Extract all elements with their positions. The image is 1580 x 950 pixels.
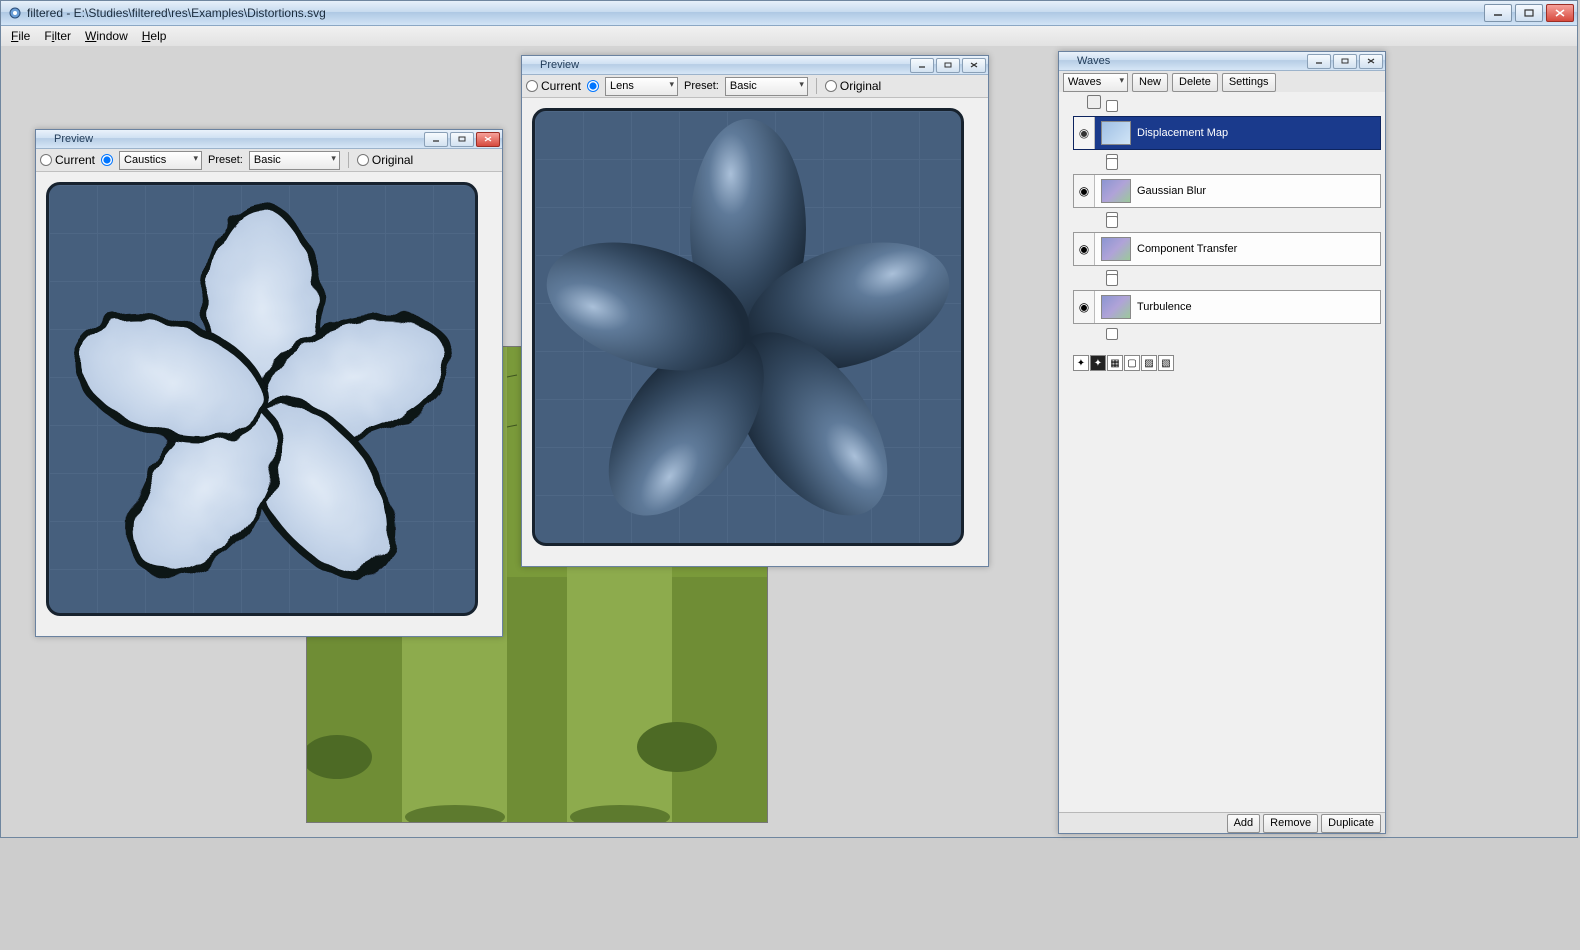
maximize-button[interactable]: [1515, 4, 1543, 22]
waves-minimize[interactable]: [1307, 54, 1331, 69]
preview-lens-close[interactable]: [962, 58, 986, 73]
node-label: Displacement Map: [1137, 127, 1228, 139]
waves-close[interactable]: [1359, 54, 1383, 69]
menu-help[interactable]: Help: [136, 27, 173, 45]
eye-icon[interactable]: ◉: [1074, 175, 1095, 207]
connector-icon[interactable]: [1106, 100, 1118, 112]
radio-mode-lens[interactable]: [587, 80, 599, 92]
source-icon[interactable]: ✦: [1090, 355, 1106, 371]
radio-current-caustics[interactable]: Current: [40, 153, 95, 167]
preview-caustics-canvas: [46, 182, 478, 616]
caustics-flower: [49, 185, 475, 613]
main-titlebar[interactable]: filtered - E:\Studies\filtered\res\Examp…: [1, 1, 1577, 26]
node-label: Component Transfer: [1137, 243, 1237, 255]
node-thumb: [1101, 237, 1131, 261]
menu-filter[interactable]: Filter: [38, 27, 77, 45]
radio-original-caustics[interactable]: Original: [357, 153, 413, 167]
preview-caustics-title: Preview: [36, 133, 424, 145]
node-component-transfer[interactable]: ◉ Component Transfer: [1073, 232, 1381, 266]
eye-icon[interactable]: ◉: [1074, 117, 1095, 149]
source-icon[interactable]: ▧: [1158, 355, 1174, 371]
close-button[interactable]: [1546, 4, 1574, 22]
preview-caustics-close[interactable]: [476, 132, 500, 147]
eye-icon[interactable]: ◉: [1074, 233, 1095, 265]
connector-icon[interactable]: [1106, 328, 1118, 340]
combo-mode-caustics[interactable]: Caustics: [119, 151, 202, 170]
combo-preset-lens[interactable]: Basic: [725, 77, 808, 96]
node-turbulence[interactable]: ◉ Turbulence: [1073, 290, 1381, 324]
node-label: Gaussian Blur: [1137, 185, 1206, 197]
waves-titlebar[interactable]: Waves: [1059, 52, 1385, 71]
radio-mode-caustics[interactable]: [101, 154, 113, 166]
lens-flower: [535, 111, 961, 543]
waves-duplicate-button[interactable]: Duplicate: [1321, 814, 1381, 833]
preview-caustics-minimize[interactable]: [424, 132, 448, 147]
source-icon[interactable]: ▢: [1124, 355, 1140, 371]
source-icon[interactable]: ✦: [1073, 355, 1089, 371]
preview-caustics-toolbar: Current Caustics Preset: Basic Original: [36, 149, 502, 172]
source-icon[interactable]: ▦: [1107, 355, 1123, 371]
main-window: filtered - E:\Studies\filtered\res\Examp…: [0, 0, 1578, 838]
preview-lens-minimize[interactable]: [910, 58, 934, 73]
output-node-icon[interactable]: [1087, 95, 1101, 109]
preview-lens-title: Preview: [522, 59, 910, 71]
window-buttons: [1484, 4, 1574, 22]
menu-window[interactable]: Window: [79, 27, 134, 45]
node-label: Turbulence: [1137, 301, 1192, 313]
preview-window-caustics[interactable]: Preview Current Caustics Preset: Basic: [35, 129, 503, 637]
waves-add-button[interactable]: Add: [1227, 814, 1261, 833]
connector-icon[interactable]: [1106, 216, 1118, 228]
node-thumb: [1101, 295, 1131, 319]
input-source-icons: ✦ ✦ ▦ ▢ ▨ ▧: [1059, 352, 1385, 374]
waves-panel[interactable]: Waves Waves New Delete Settings: [1058, 51, 1386, 834]
radio-original-lens[interactable]: Original: [825, 79, 881, 93]
label-preset-lens: Preset:: [684, 80, 719, 92]
eye-icon[interactable]: ◉: [1074, 291, 1095, 323]
main-title: filtered - E:\Studies\filtered\res\Examp…: [27, 6, 1484, 20]
waves-new-button[interactable]: New: [1132, 73, 1168, 92]
connector-icon[interactable]: [1106, 158, 1118, 170]
preview-lens-canvas: [532, 108, 964, 546]
mdi-area: Preview Current Lens Preset: Basic: [1, 46, 1577, 837]
source-icon[interactable]: ▨: [1141, 355, 1157, 371]
combo-preset-caustics[interactable]: Basic: [249, 151, 340, 170]
separator: [348, 152, 349, 168]
waves-maximize[interactable]: [1333, 54, 1357, 69]
separator: [816, 78, 817, 94]
waves-settings-button[interactable]: Settings: [1222, 73, 1276, 92]
waves-footer: Add Remove Duplicate: [1059, 812, 1385, 833]
menu-bar: File Filter Window Help: [1, 26, 1577, 47]
node-thumb: [1101, 179, 1131, 203]
preview-window-lens[interactable]: Preview Current Lens Preset: Basic: [521, 55, 989, 567]
menu-file[interactable]: File: [5, 27, 36, 45]
waves-delete-button[interactable]: Delete: [1172, 73, 1218, 92]
connector-icon[interactable]: [1106, 274, 1118, 286]
waves-remove-button[interactable]: Remove: [1263, 814, 1318, 833]
preview-lens-titlebar[interactable]: Preview: [522, 56, 988, 75]
preview-caustics-maximize[interactable]: [450, 132, 474, 147]
preview-caustics-titlebar[interactable]: Preview: [36, 130, 502, 149]
app-icon: [7, 5, 23, 21]
node-thumb: [1101, 121, 1131, 145]
node-displacement-map[interactable]: ◉ Displacement Map: [1073, 116, 1381, 150]
waves-title: Waves: [1059, 55, 1307, 67]
waves-node-list: ◉ Displacement Map ◉ Gaussian Blur: [1059, 112, 1385, 352]
label-preset-caustics: Preset:: [208, 154, 243, 166]
waves-graph-area[interactable]: ◉ Displacement Map ◉ Gaussian Blur: [1059, 92, 1385, 811]
node-gaussian-blur[interactable]: ◉ Gaussian Blur: [1073, 174, 1381, 208]
preview-lens-maximize[interactable]: [936, 58, 960, 73]
preview-lens-toolbar: Current Lens Preset: Basic Original: [522, 75, 988, 98]
waves-toolbar: Waves New Delete Settings: [1059, 71, 1385, 94]
combo-mode-lens[interactable]: Lens: [605, 77, 678, 96]
radio-current-lens[interactable]: Current: [526, 79, 581, 93]
waves-filter-combo[interactable]: Waves: [1063, 73, 1128, 92]
minimize-button[interactable]: [1484, 4, 1512, 22]
